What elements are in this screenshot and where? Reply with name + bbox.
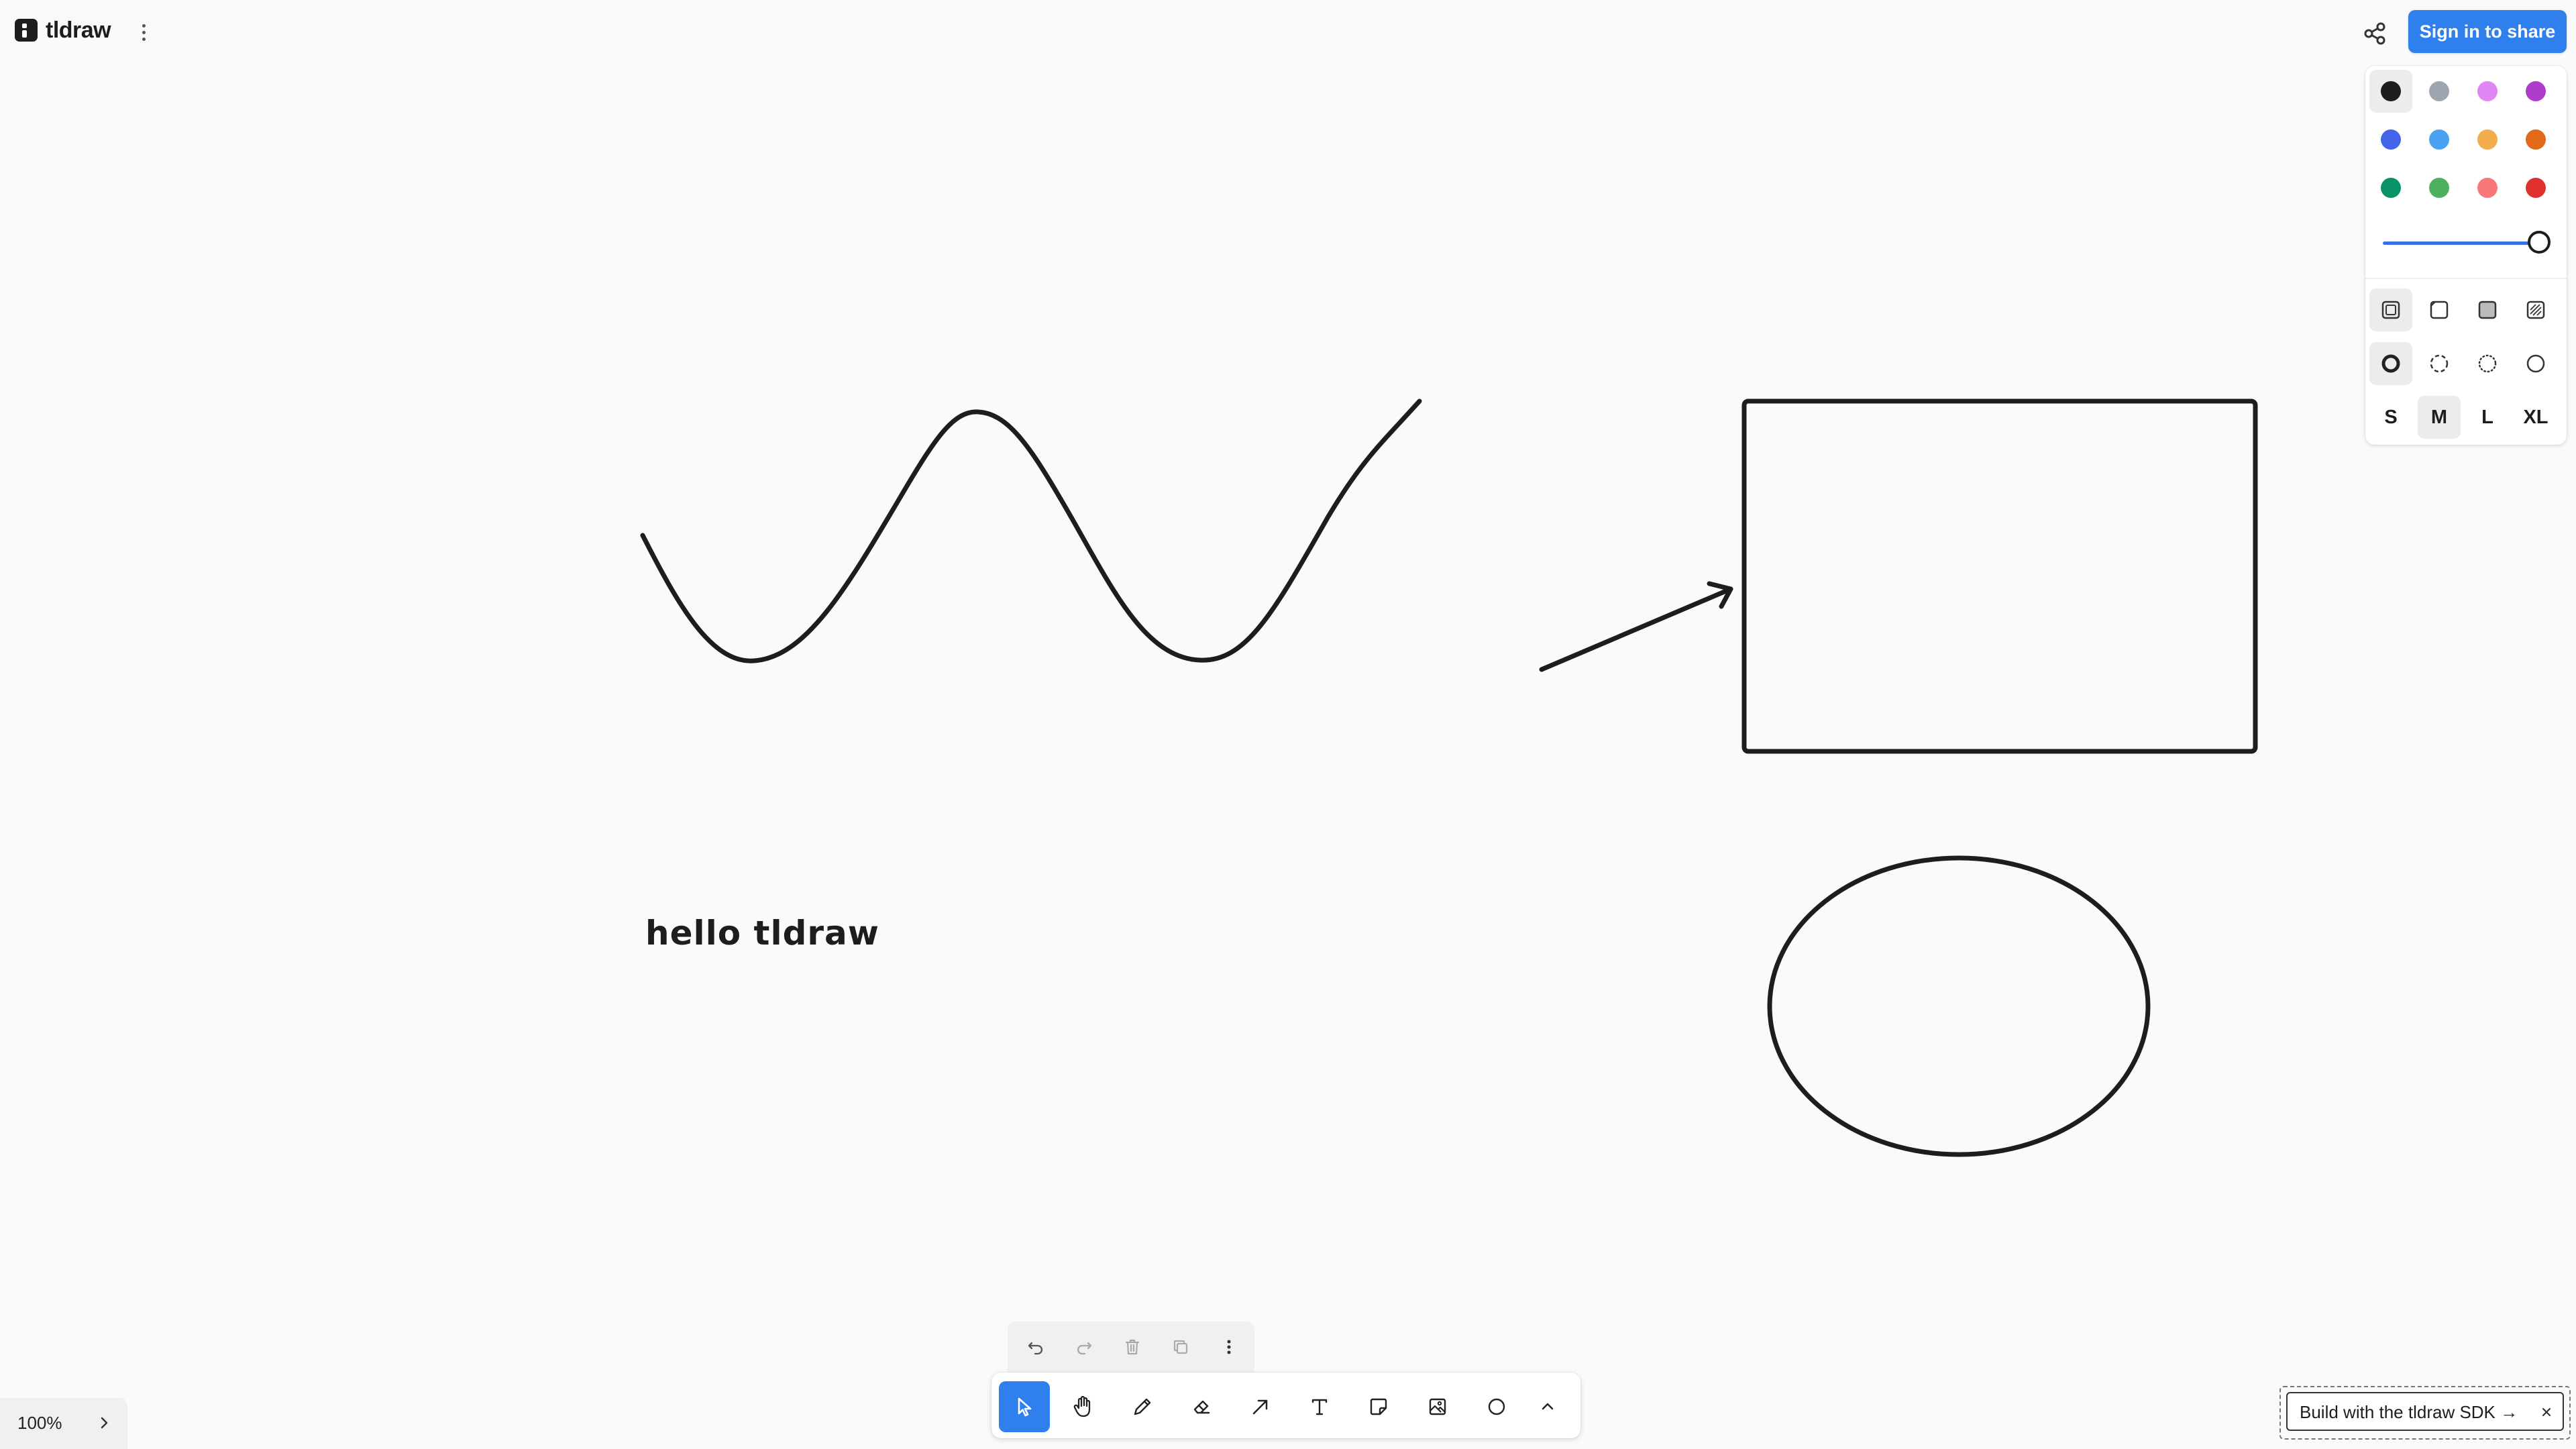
sign-in-to-share-button[interactable]: Sign in to share	[2408, 10, 2567, 53]
zoom-level[interactable]: 100%	[17, 1413, 62, 1434]
color-blue-button[interactable]	[2369, 118, 2412, 161]
app-logo: tldraw	[15, 16, 111, 44]
tool-note[interactable]	[1353, 1381, 1404, 1432]
more-icon	[1227, 1340, 1231, 1354]
fill-solid-icon	[2478, 301, 2497, 319]
fill-none-icon	[2381, 301, 2400, 319]
arrow-shape[interactable]	[1539, 581, 1733, 672]
close-icon[interactable]	[2537, 1403, 2556, 1421]
arrow-icon	[1252, 1399, 1268, 1415]
tool-text[interactable]	[1294, 1381, 1345, 1432]
eraser-icon	[1193, 1400, 1210, 1414]
tool-hand[interactable]	[1058, 1381, 1109, 1432]
fill-semi-icon	[2430, 301, 2449, 319]
fill-pattern-icon	[2526, 301, 2545, 319]
duplicate-button[interactable]	[1163, 1330, 1198, 1364]
color-green-button[interactable]	[2369, 166, 2412, 209]
color-grey-button[interactable]	[2418, 70, 2461, 113]
app-name: tldraw	[46, 17, 111, 43]
dash-dashed-button[interactable]	[2418, 342, 2461, 385]
redo-icon	[1077, 1342, 1092, 1355]
share-icon[interactable]	[2361, 20, 2388, 47]
size-xl-button[interactable]: XL	[2514, 396, 2557, 439]
opacity-slider-track[interactable]	[2383, 241, 2537, 245]
dash-draw-button[interactable]	[2369, 342, 2412, 385]
rectangle-shape[interactable]	[1741, 398, 2258, 754]
hand-icon	[1073, 1395, 1091, 1417]
color-light-blue-button[interactable]	[2418, 118, 2461, 161]
pencil-icon	[1134, 1398, 1151, 1415]
trash-icon	[1125, 1339, 1140, 1355]
zoom-control[interactable]: 100%	[0, 1398, 127, 1449]
color-red-button[interactable]	[2514, 166, 2557, 209]
color-yellow-button[interactable]	[2466, 118, 2509, 161]
tldraw-logo-icon	[15, 19, 38, 42]
dash-dotted-icon	[2478, 354, 2497, 373]
tool-eraser[interactable]	[1176, 1381, 1227, 1432]
quick-actions-bar	[1008, 1322, 1254, 1373]
main-menu-button[interactable]	[131, 19, 156, 46]
style-panel: S M L XL	[2365, 66, 2567, 445]
cursor-icon	[1018, 1397, 1032, 1417]
sdk-banner[interactable]: Build with the tldraw SDK →	[2286, 1392, 2564, 1431]
tool-more[interactable]	[1522, 1381, 1573, 1432]
chevron-up-icon	[1542, 1403, 1554, 1410]
sdk-banner-link[interactable]: Build with the tldraw SDK →	[2300, 1402, 2518, 1423]
dash-solid-button[interactable]	[2514, 342, 2557, 385]
fill-solid-button[interactable]	[2466, 288, 2509, 331]
dash-draw-icon	[2381, 354, 2400, 373]
undo-icon	[1028, 1342, 1043, 1355]
actions-menu-button[interactable]	[1212, 1330, 1246, 1364]
chevron-right-icon[interactable]	[94, 1413, 114, 1433]
color-light-green-button[interactable]	[2418, 166, 2461, 209]
size-m-button[interactable]: M	[2418, 396, 2461, 439]
color-black-button[interactable]	[2369, 70, 2412, 113]
dash-dashed-icon	[2430, 354, 2449, 373]
fill-pattern-button[interactable]	[2514, 288, 2557, 331]
drawing-canvas[interactable]: hello tldraw	[0, 0, 2576, 1449]
size-l-button[interactable]: L	[2466, 396, 2509, 439]
freehand-wave-shape[interactable]	[640, 398, 1422, 663]
fill-none-button[interactable]	[2369, 288, 2412, 331]
image-icon	[1429, 1398, 1446, 1415]
text-icon	[1311, 1399, 1328, 1415]
delete-button[interactable]	[1115, 1330, 1150, 1364]
undo-button[interactable]	[1018, 1330, 1053, 1364]
tool-ellipse[interactable]	[1471, 1381, 1522, 1432]
color-light-red-button[interactable]	[2466, 166, 2509, 209]
tool-draw[interactable]	[1117, 1381, 1168, 1432]
tool-select[interactable]	[999, 1381, 1050, 1432]
ellipse-icon	[1488, 1398, 1505, 1415]
text-shape[interactable]: hello tldraw	[645, 914, 879, 953]
fill-semi-button[interactable]	[2418, 288, 2461, 331]
redo-button[interactable]	[1067, 1330, 1102, 1364]
color-light-violet-button[interactable]	[2466, 70, 2509, 113]
color-orange-button[interactable]	[2514, 118, 2557, 161]
tool-asset[interactable]	[1412, 1381, 1463, 1432]
sticky-note-icon	[1370, 1398, 1387, 1415]
main-toolbar	[991, 1373, 1580, 1438]
tool-arrow[interactable]	[1235, 1381, 1286, 1432]
color-violet-button[interactable]	[2514, 70, 2557, 113]
dash-dotted-button[interactable]	[2466, 342, 2509, 385]
opacity-slider-thumb[interactable]	[2528, 231, 2551, 254]
panel-divider	[2365, 278, 2567, 279]
duplicate-icon	[1173, 1340, 1188, 1354]
dash-solid-icon	[2526, 354, 2545, 373]
ellipse-shape[interactable]	[1767, 855, 2151, 1157]
size-s-button[interactable]: S	[2369, 396, 2412, 439]
